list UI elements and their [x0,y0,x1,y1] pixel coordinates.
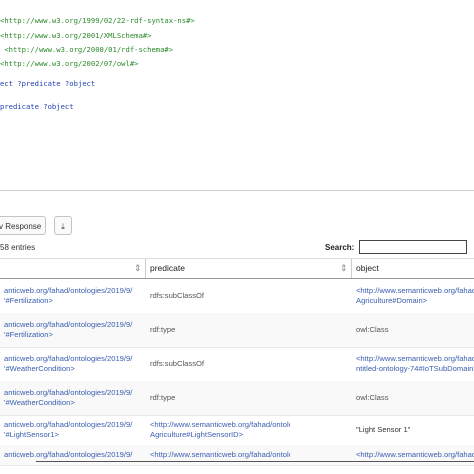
search-input[interactable] [359,240,467,254]
cell-object[interactable]: ntitled-ontology-74#IoTSubDomain> [356,364,474,374]
sort-icon[interactable]: ⇕ [340,259,348,278]
query-editor[interactable]: <http://www.w3.org/1999/02/22-rdf-syntax… [0,10,474,191]
cell-object[interactable]: Agriculture#Domain> [356,296,474,306]
cell-predicate: rdfs:subClassOf [150,291,205,300]
response-view-button[interactable]: v Response [0,216,46,235]
sort-icon[interactable]: ⇕ [134,259,142,278]
table-header: ⇕ predicate ⇕ object [0,258,474,279]
query-line: predicate ?object [0,102,74,111]
cell-subject[interactable]: '#WeatherCondition> [4,364,144,374]
prefix-line: <http://www.w3.org/1999/02/22-rdf-syntax… [0,16,195,25]
cell-predicate[interactable]: <http://www.semanticweb.org/fahad/ontolo… [150,450,290,460]
cell-subject[interactable]: '#Fertilization> [4,296,144,306]
cell-predicate: rdf:type [150,325,176,334]
cell-subject[interactable]: '#Fertilization> [4,330,144,340]
cell-subject[interactable]: '#LightSensor1> [4,430,144,440]
cell-predicate[interactable]: Agriculture#LightSensorID> [150,430,290,440]
cell-subject[interactable]: anticweb.org/fahad/ontologies/2019/9/ [4,286,144,296]
cell-subject[interactable]: anticweb.org/fahad/ontologies/2019/9/ [4,420,144,430]
cell-subject[interactable]: anticweb.org/fahad/ontologies/2019/9/ [4,450,144,460]
entries-count: 58 entries [0,243,36,252]
prefix-line: <http://www.w3.org/2002/07/owl#> [0,59,139,68]
column-divider [351,259,352,278]
search-label: Search: [325,243,355,252]
cell-subject[interactable]: anticweb.org/fahad/ontologies/2019/9/ [4,320,144,330]
prefix-line: <http://www.w3.org/2001/XMLSchema#> [0,31,152,40]
cell-object[interactable]: <http://www.semanticweb.org/fahad/onto [356,450,474,460]
table-row: anticweb.org/fahad/ontologies/2019/9/'#W… [0,381,474,416]
divider [36,461,474,462]
table-row: anticweb.org/fahad/ontologies/2019/9/'#W… [0,347,474,382]
table-row: anticweb.org/fahad/ontologies/2019/9/'#L… [0,415,474,446]
cell-subject[interactable]: anticweb.org/fahad/ontologies/2019/9/ [4,388,144,398]
response-button-label: v Response [0,222,42,231]
prefix-line: <http://www.w3.org/2000/01/rdf-schema#> [0,45,174,54]
column-divider [145,259,146,278]
download-button[interactable]: ⤓ [54,216,72,235]
cell-object: owl:Class [356,393,389,402]
cell-object: "Light Sensor 1" [356,425,411,434]
cell-predicate: rdf:type [150,393,176,402]
cell-predicate: rdfs:subClassOf [150,359,205,368]
cell-subject[interactable]: '#WeatherCondition> [4,398,144,408]
cell-object[interactable]: <http://www.semanticweb.org/fahad/onto [356,354,474,364]
download-icon: ⤓ [61,222,65,231]
column-header-predicate[interactable]: predicate [150,259,185,278]
table-row: anticweb.org/fahad/ontologies/2019/9/ <ht… [0,445,474,466]
table-row: anticweb.org/fahad/ontologies/2019/9/'#F… [0,279,474,314]
table-row: anticweb.org/fahad/ontologies/2019/9/'#F… [0,313,474,348]
query-line: ect ?predicate ?object [0,79,96,88]
cell-object[interactable]: <http://www.semanticweb.org/fahad/onto [356,286,474,296]
cell-subject[interactable]: anticweb.org/fahad/ontologies/2019/9/ [4,354,144,364]
cell-object: owl:Class [356,325,389,334]
cell-predicate[interactable]: <http://www.semanticweb.org/fahad/ontolo… [150,420,290,430]
column-header-object[interactable]: object [356,259,379,278]
